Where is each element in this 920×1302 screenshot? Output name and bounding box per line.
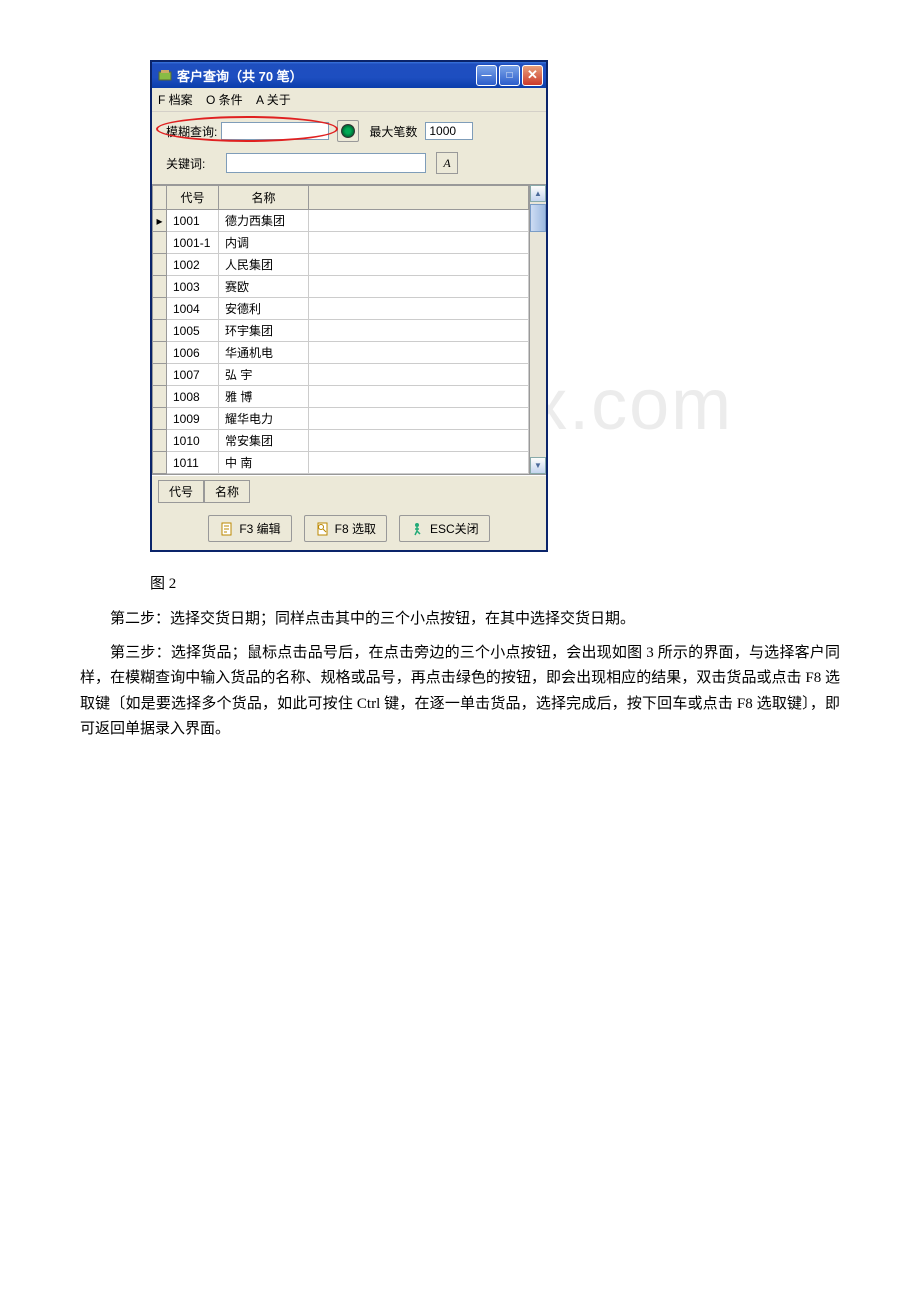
- keyword-input[interactable]: [226, 153, 426, 173]
- cell-name[interactable]: 常安集团: [219, 430, 309, 452]
- menubar: F 档案 O 条件 A 关于: [152, 88, 546, 112]
- cell-code[interactable]: 1006: [167, 342, 219, 364]
- figure-caption: 图 2: [150, 572, 840, 593]
- menu-about[interactable]: A 关于: [256, 93, 291, 107]
- cell-name[interactable]: 中 南: [219, 452, 309, 474]
- table-row[interactable]: ▸1001德力西集团: [153, 210, 529, 232]
- cell-code[interactable]: 1001-1: [167, 232, 219, 254]
- cell-name[interactable]: 弘 宇: [219, 364, 309, 386]
- cell-name[interactable]: 雅 博: [219, 386, 309, 408]
- cell-code[interactable]: 1004: [167, 298, 219, 320]
- menu-criteria[interactable]: O 条件: [206, 93, 243, 107]
- column-header-code[interactable]: 代号: [167, 186, 219, 210]
- search-toolbar: 模糊查询: 最大笔数 关键词: A: [152, 112, 546, 184]
- table-row[interactable]: 1011中 南: [153, 452, 529, 474]
- max-count-input[interactable]: [425, 122, 473, 140]
- status-code-label: 代号: [158, 480, 204, 503]
- edit-button[interactable]: F3 编辑: [208, 515, 291, 542]
- table-row[interactable]: 1007弘 宇: [153, 364, 529, 386]
- app-icon: [157, 67, 173, 83]
- cell-rest: [309, 210, 529, 232]
- customer-query-window: 客户查询（共 70 笔） — □ ✕ F 档案 O 条件 A 关于 模糊查询:: [150, 60, 548, 552]
- status-name-label: 名称: [204, 480, 250, 503]
- cell-code[interactable]: 1011: [167, 452, 219, 474]
- cell-name[interactable]: 内调: [219, 232, 309, 254]
- table-row[interactable]: 1010常安集团: [153, 430, 529, 452]
- vertical-scrollbar[interactable]: ▲ ▼: [529, 185, 546, 474]
- window-title: 客户查询（共 70 笔）: [177, 66, 476, 85]
- max-count-label: 最大笔数: [369, 123, 417, 140]
- cell-name[interactable]: 安德利: [219, 298, 309, 320]
- search-execute-button[interactable]: [337, 120, 359, 142]
- fuzzy-search-input[interactable]: [221, 122, 329, 140]
- target-icon: [341, 124, 355, 138]
- cell-code[interactable]: 1003: [167, 276, 219, 298]
- cell-code[interactable]: 1005: [167, 320, 219, 342]
- table-row[interactable]: 1004安德利: [153, 298, 529, 320]
- cell-code[interactable]: 1002: [167, 254, 219, 276]
- cell-name[interactable]: 华通机电: [219, 342, 309, 364]
- maximize-button[interactable]: □: [499, 65, 520, 86]
- minimize-button[interactable]: —: [476, 65, 497, 86]
- cell-name[interactable]: 德力西集团: [219, 210, 309, 232]
- column-header-name[interactable]: 名称: [219, 186, 309, 210]
- scroll-up-arrow-icon[interactable]: ▲: [530, 185, 546, 202]
- select-icon: [315, 521, 331, 537]
- cell-name[interactable]: 环宇集团: [219, 320, 309, 342]
- scroll-track[interactable]: [530, 232, 546, 457]
- window-titlebar[interactable]: 客户查询（共 70 笔） — □ ✕: [152, 62, 546, 88]
- fuzzy-search-label: 模糊查询:: [162, 123, 221, 140]
- table-row[interactable]: 1005环宇集团: [153, 320, 529, 342]
- cell-name[interactable]: 耀华电力: [219, 408, 309, 430]
- table-row[interactable]: 1009耀华电力: [153, 408, 529, 430]
- cell-code[interactable]: 1001: [167, 210, 219, 232]
- cell-name[interactable]: 赛欧: [219, 276, 309, 298]
- menu-file[interactable]: F 档案: [158, 93, 193, 107]
- edit-icon: [219, 521, 235, 537]
- table-row[interactable]: 1003赛欧: [153, 276, 529, 298]
- select-button-label: F8 选取: [335, 520, 376, 537]
- person-exit-icon: [410, 521, 426, 537]
- cell-code[interactable]: 1009: [167, 408, 219, 430]
- row-indicator-header: [153, 186, 167, 210]
- cell-code[interactable]: 1010: [167, 430, 219, 452]
- row-current-indicator: ▸: [153, 210, 167, 232]
- button-bar: F3 编辑 F8 选取 ESC关闭: [152, 507, 546, 550]
- step-3-paragraph: 第三步：选择货品；鼠标点击品号后，在点击旁边的三个小点按钮，会出现如图 3 所示…: [80, 641, 840, 743]
- customer-table[interactable]: 代号 名称 ▸1001德力西集团 1001-1内调 1002人民集团 1003赛…: [152, 185, 529, 474]
- table-row[interactable]: 1001-1内调: [153, 232, 529, 254]
- cell-code[interactable]: 1008: [167, 386, 219, 408]
- table-row[interactable]: 1002人民集团: [153, 254, 529, 276]
- esc-close-button[interactable]: ESC关闭: [399, 515, 490, 542]
- select-button[interactable]: F8 选取: [304, 515, 387, 542]
- table-container: 代号 名称 ▸1001德力西集团 1001-1内调 1002人民集团 1003赛…: [152, 184, 546, 475]
- cell-name[interactable]: 人民集团: [219, 254, 309, 276]
- scroll-thumb[interactable]: [530, 204, 546, 232]
- edit-button-label: F3 编辑: [239, 520, 280, 537]
- table-row[interactable]: 1008雅 博: [153, 386, 529, 408]
- scroll-down-arrow-icon[interactable]: ▼: [530, 457, 546, 474]
- esc-close-button-label: ESC关闭: [430, 520, 479, 537]
- status-bar: 代号 名称: [152, 475, 546, 507]
- table-row[interactable]: 1006华通机电: [153, 342, 529, 364]
- column-header-rest: [309, 186, 529, 210]
- cell-code[interactable]: 1007: [167, 364, 219, 386]
- keyword-label: 关键词:: [162, 155, 222, 172]
- close-button[interactable]: ✕: [522, 65, 543, 86]
- font-a-button[interactable]: A: [436, 152, 458, 174]
- step-2-paragraph: 第二步：选择交货日期；同样点击其中的三个小点按钮，在其中选择交货日期。: [80, 607, 840, 633]
